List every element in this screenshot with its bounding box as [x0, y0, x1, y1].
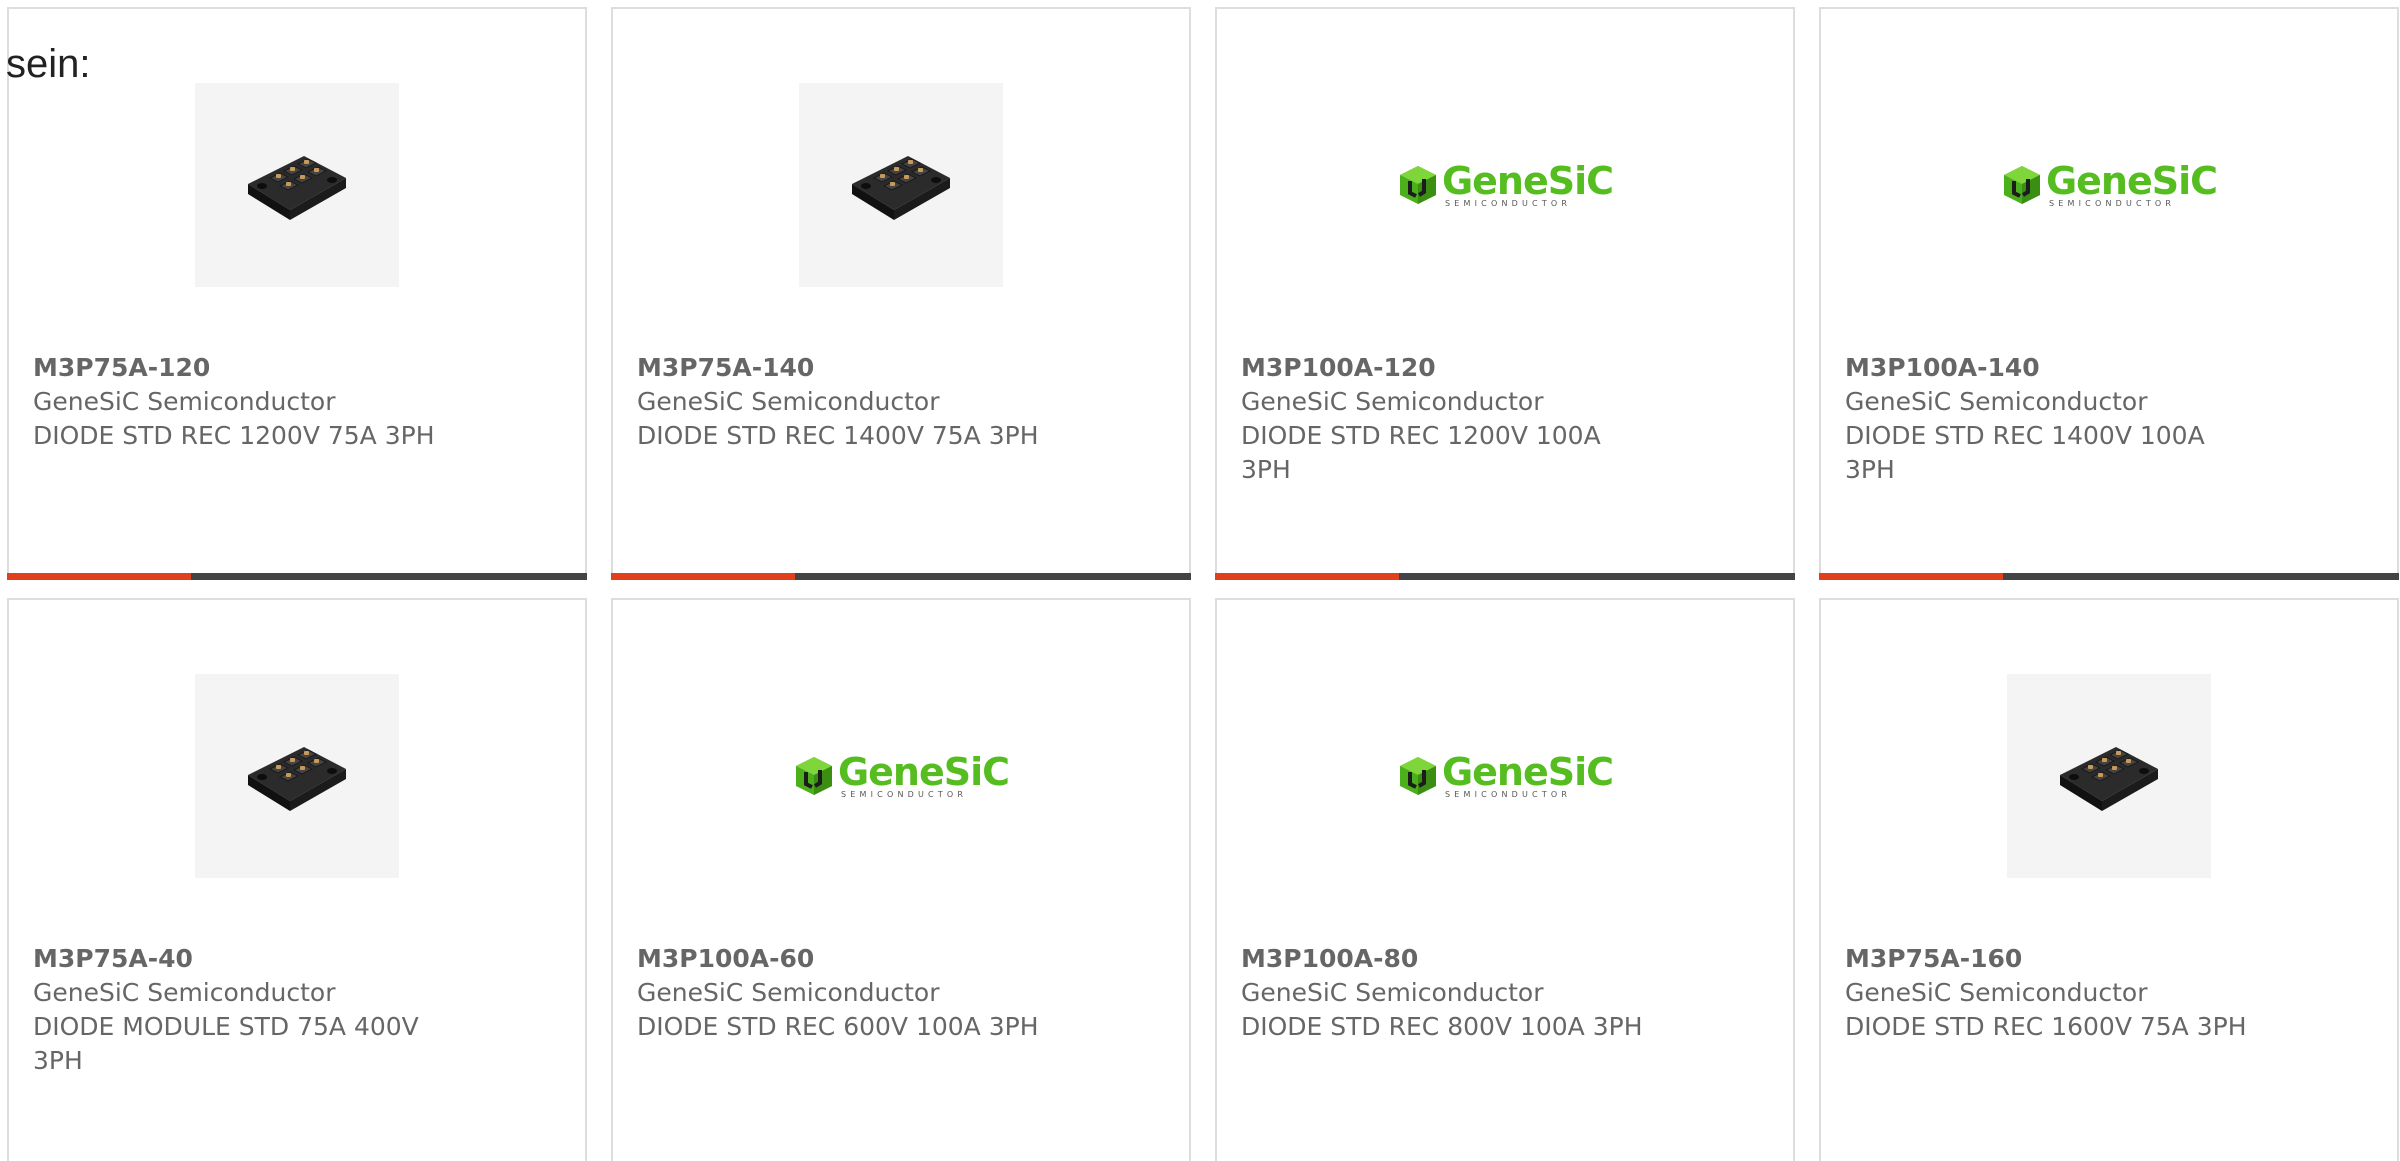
genesic-logo: GeneSiC SEMICONDUCTOR — [1397, 749, 1614, 799]
logo-subtitle: SEMICONDUCTOR — [840, 789, 968, 799]
part-number[interactable]: M3P75A-140 — [637, 351, 1047, 385]
product-description: DIODE STD REC 600V 100A 3PH — [637, 1012, 1039, 1041]
manufacturer-name: GeneSiC Semiconductor — [1845, 387, 2148, 416]
genesic-logo: GeneSiC SEMICONDUCTOR — [793, 749, 1010, 799]
product-description: DIODE STD REC 1400V 100A 3PH — [1845, 421, 2205, 484]
genesic-logo-mark-icon — [2003, 166, 2040, 204]
manufacturer-name: GeneSiC Semiconductor — [1241, 978, 1544, 1007]
product-image[interactable]: GeneSiC SEMICONDUCTOR — [1399, 674, 1614, 878]
part-number[interactable]: M3P75A-40 — [33, 942, 443, 976]
product-info: M3P75A-120 GeneSiC Semiconductor DIODE S… — [33, 351, 443, 453]
genesic-logo-mark-icon — [1399, 757, 1436, 795]
card-accent-bar — [1819, 573, 2399, 580]
manufacturer-name: GeneSiC Semiconductor — [1845, 978, 2148, 1007]
product-description: DIODE STD REC 1200V 100A 3PH — [1241, 421, 1601, 484]
card-accent-bar — [7, 573, 587, 580]
diode-module-icon — [852, 156, 950, 220]
logo-name: GeneSiC — [2045, 158, 2218, 203]
product-card-m3p75a-140[interactable]: M3P75A-140 GeneSiC Semiconductor DIODE S… — [611, 7, 1191, 580]
product-image[interactable] — [799, 83, 1003, 287]
product-image[interactable] — [195, 83, 399, 287]
product-description: DIODE STD REC 800V 100A 3PH — [1241, 1012, 1643, 1041]
diode-module-icon — [248, 747, 346, 811]
part-number[interactable]: M3P75A-160 — [1845, 942, 2255, 976]
product-info: M3P100A-120 GeneSiC Semiconductor DIODE … — [1241, 351, 1651, 487]
product-info: M3P100A-60 GeneSiC Semiconductor DIODE S… — [637, 942, 1047, 1044]
manufacturer-name: GeneSiC Semiconductor — [637, 387, 940, 416]
product-info: M3P100A-80 GeneSiC Semiconductor DIODE S… — [1241, 942, 1651, 1044]
part-number[interactable]: M3P100A-140 — [1845, 351, 2255, 385]
product-card-m3p100a-120[interactable]: GeneSiC SEMICONDUCTOR M3P100A-120 GeneSi… — [1215, 7, 1795, 580]
manufacturer-name: GeneSiC Semiconductor — [33, 978, 336, 1007]
product-image[interactable]: GeneSiC SEMICONDUCTOR — [795, 674, 1010, 878]
card-accent-bar — [1215, 573, 1795, 580]
card-accent-bar-highlight — [1215, 573, 1399, 580]
product-card-m3p100a-140[interactable]: GeneSiC SEMICONDUCTOR M3P100A-140 GeneSi… — [1819, 7, 2399, 580]
logo-name: GeneSiC — [1441, 158, 1614, 203]
card-accent-bar-highlight — [1819, 573, 2003, 580]
product-info: M3P75A-140 GeneSiC Semiconductor DIODE S… — [637, 351, 1047, 453]
genesic-logo-mark-icon — [1399, 166, 1436, 204]
product-image[interactable] — [195, 674, 399, 878]
manufacturer-name: GeneSiC Semiconductor — [1241, 387, 1544, 416]
product-description: DIODE STD REC 1200V 75A 3PH — [33, 421, 435, 450]
product-card-m3p100a-60[interactable]: GeneSiC SEMICONDUCTOR M3P100A-60 GeneSiC… — [611, 598, 1191, 1161]
product-image[interactable]: GeneSiC SEMICONDUCTOR — [2003, 83, 2218, 287]
manufacturer-name: GeneSiC Semiconductor — [637, 978, 940, 1007]
genesic-logo: GeneSiC SEMICONDUCTOR — [2001, 158, 2218, 208]
intro-text: sein: — [6, 42, 91, 86]
part-number[interactable]: M3P100A-120 — [1241, 351, 1651, 385]
product-card-m3p75a-40[interactable]: M3P75A-40 GeneSiC Semiconductor DIODE MO… — [7, 598, 587, 1161]
page: sein: M3P75A-120 GeneSiC Semiconductor D… — [0, 0, 2400, 1161]
genesic-logo: GeneSiC SEMICONDUCTOR — [1397, 158, 1614, 208]
part-number[interactable]: M3P75A-120 — [33, 351, 443, 385]
product-grid: M3P75A-120 GeneSiC Semiconductor DIODE S… — [7, 7, 2399, 1161]
product-card-m3p75a-120[interactable]: M3P75A-120 GeneSiC Semiconductor DIODE S… — [7, 7, 587, 580]
genesic-logo-mark-icon — [795, 757, 832, 795]
logo-name: GeneSiC — [1441, 749, 1614, 794]
product-info: M3P100A-140 GeneSiC Semiconductor DIODE … — [1845, 351, 2255, 487]
product-image[interactable]: GeneSiC SEMICONDUCTOR — [1399, 83, 1614, 287]
product-info: M3P75A-40 GeneSiC Semiconductor DIODE MO… — [33, 942, 443, 1078]
diode-module-icon — [248, 156, 346, 220]
manufacturer-name: GeneSiC Semiconductor — [33, 387, 336, 416]
card-accent-bar — [611, 573, 1191, 580]
product-card-m3p75a-160[interactable]: M3P75A-160 GeneSiC Semiconductor DIODE S… — [1819, 598, 2399, 1161]
product-description: DIODE STD REC 1600V 75A 3PH — [1845, 1012, 2247, 1041]
part-number[interactable]: M3P100A-60 — [637, 942, 1047, 976]
product-info: M3P75A-160 GeneSiC Semiconductor DIODE S… — [1845, 942, 2255, 1044]
product-card-m3p100a-80[interactable]: GeneSiC SEMICONDUCTOR M3P100A-80 GeneSiC… — [1215, 598, 1795, 1161]
part-number[interactable]: M3P100A-80 — [1241, 942, 1651, 976]
logo-subtitle: SEMICONDUCTOR — [2048, 198, 2176, 208]
logo-subtitle: SEMICONDUCTOR — [1444, 198, 1572, 208]
logo-name: GeneSiC — [837, 749, 1010, 794]
card-accent-bar-highlight — [611, 573, 795, 580]
logo-subtitle: SEMICONDUCTOR — [1444, 789, 1572, 799]
card-accent-bar-highlight — [7, 573, 191, 580]
diode-module-icon — [2060, 747, 2158, 811]
product-description: DIODE STD REC 1400V 75A 3PH — [637, 421, 1039, 450]
product-image[interactable] — [2007, 674, 2211, 878]
product-description: DIODE MODULE STD 75A 400V 3PH — [33, 1012, 419, 1075]
